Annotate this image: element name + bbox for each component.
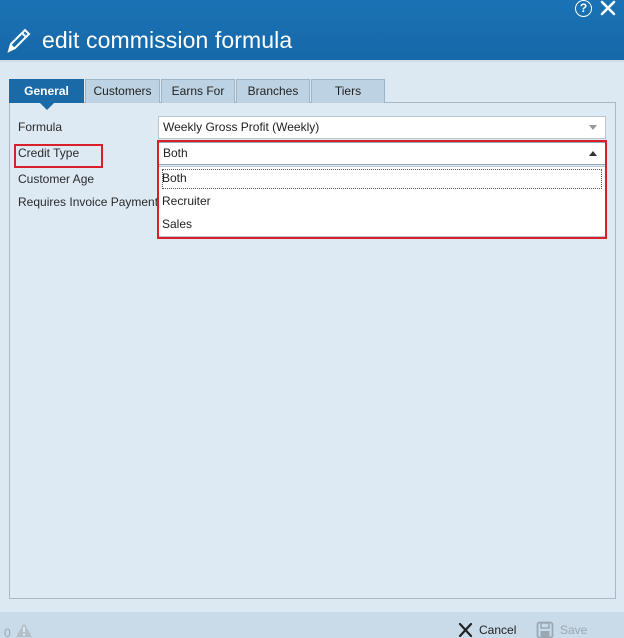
title-group: edit commission formula: [6, 26, 292, 54]
tab-customers[interactable]: Customers: [85, 79, 160, 103]
warning-icon: [16, 623, 32, 637]
credit-type-dropdown-list: Both Recruiter Sales: [158, 166, 606, 237]
option-sales[interactable]: Sales: [159, 213, 605, 236]
option-both[interactable]: Both: [161, 168, 603, 190]
dialog-title: edit commission formula: [42, 26, 293, 53]
credit-type-label: Credit Type: [18, 146, 80, 160]
save-label: Save: [560, 623, 588, 637]
cancel-button[interactable]: Cancel: [458, 620, 516, 638]
formula-label: Formula: [18, 120, 63, 134]
tab-earns-for[interactable]: Earns For: [161, 79, 235, 103]
pencil-icon: [7, 28, 31, 53]
customer-age-label: Customer Age: [18, 172, 95, 186]
credit-type-select[interactable]: Both: [158, 142, 606, 165]
save-button[interactable]: Save: [536, 620, 587, 638]
credit-type-value: Both: [163, 146, 188, 160]
dropdown-arrow-icon: [589, 151, 597, 156]
option-recruiter[interactable]: Recruiter: [159, 190, 605, 213]
close-icon[interactable]: [600, 0, 616, 16]
formula-value: Weekly Gross Profit (Weekly): [163, 120, 320, 134]
tab-tiers[interactable]: Tiers: [311, 79, 385, 103]
dropdown-arrow-icon: [589, 125, 597, 130]
formula-select[interactable]: Weekly Gross Profit (Weekly): [158, 116, 606, 139]
tab-general[interactable]: General: [9, 79, 84, 110]
requires-invoice-payment-label: Requires Invoice Payment: [18, 195, 159, 209]
tab-branches[interactable]: Branches: [236, 79, 310, 103]
cancel-x-icon: [458, 623, 473, 637]
help-icon[interactable]: ?: [575, 0, 592, 17]
dialog-header: edit commission formula ?: [0, 0, 624, 62]
cancel-label: Cancel: [479, 623, 517, 637]
warning-count: 0: [4, 626, 11, 638]
tab-strip: General Customers Earns For Branches Tie…: [9, 79, 386, 110]
save-disk-icon: [536, 621, 554, 638]
dialog-footer: 0 Cancel Save: [0, 612, 624, 638]
